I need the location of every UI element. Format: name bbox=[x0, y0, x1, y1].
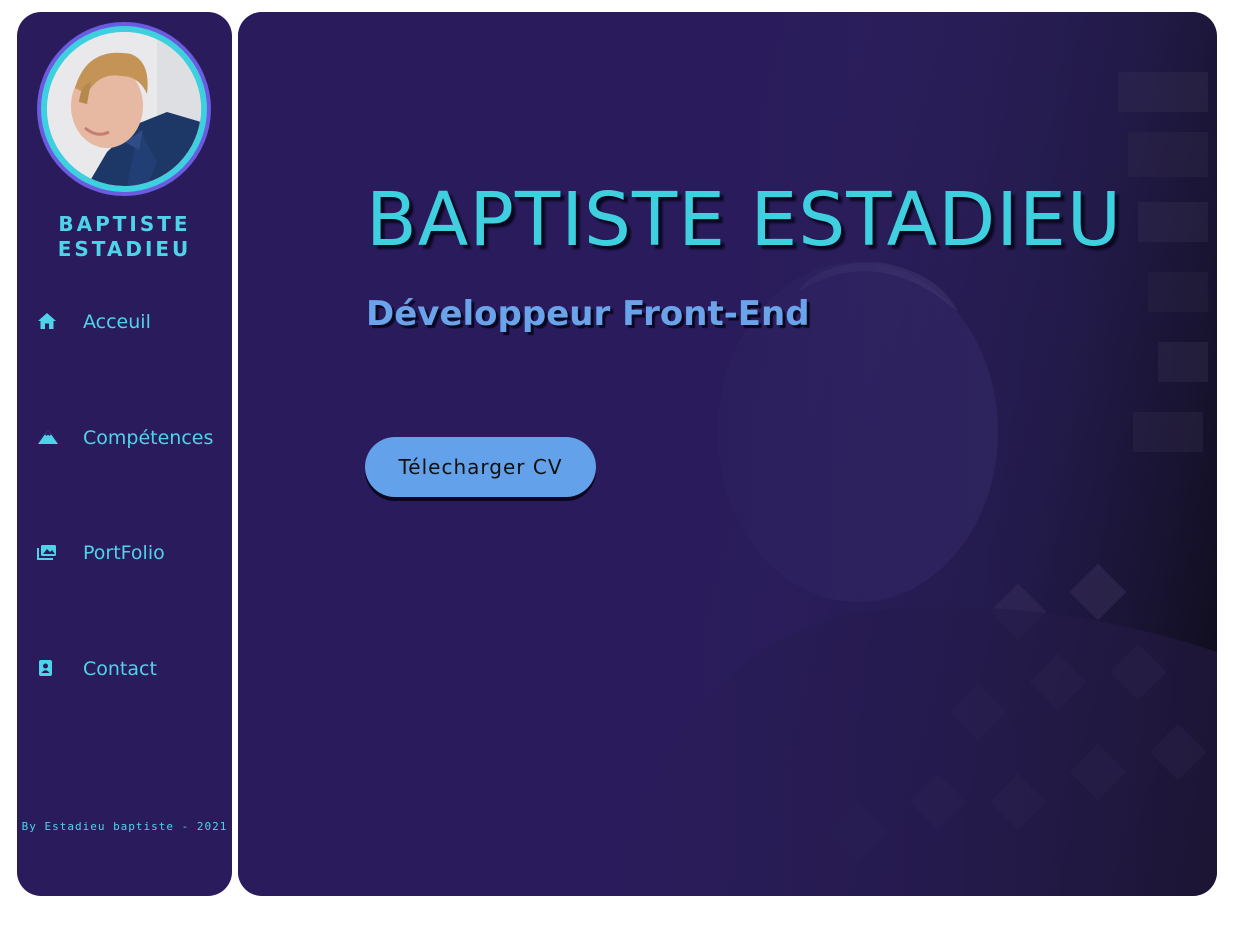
sidebar-name: BAPTISTE ESTADIEU bbox=[57, 212, 192, 261]
nav-label-competences: Compétences bbox=[83, 427, 214, 449]
nav-label-acceuil: Acceuil bbox=[83, 311, 151, 333]
home-icon bbox=[37, 312, 59, 334]
nav-item-acceuil[interactable]: Acceuil bbox=[37, 310, 232, 340]
download-cv-button[interactable]: Télecharger CV bbox=[365, 437, 596, 497]
avatar bbox=[37, 22, 211, 196]
profile-photo-illustration bbox=[47, 32, 201, 186]
hero-title: BAPTISTE ESTADIEU bbox=[366, 177, 1123, 263]
nav-item-contact[interactable]: Contact bbox=[37, 657, 232, 687]
nav-item-competences[interactable]: Compétences bbox=[37, 426, 232, 456]
nav-item-portfolio[interactable]: PortFolio bbox=[37, 541, 232, 571]
nav-label-portfolio: PortFolio bbox=[83, 542, 165, 564]
nav-label-contact: Contact bbox=[83, 658, 157, 680]
contact-card-icon bbox=[37, 659, 59, 681]
mountain-icon bbox=[37, 428, 59, 450]
images-icon bbox=[37, 543, 59, 565]
sidebar: BAPTISTE ESTADIEU Acceuil Compétences Po… bbox=[17, 12, 232, 896]
footer-credit: By Estadieu baptiste - 2021 bbox=[21, 820, 228, 833]
avatar-border bbox=[41, 26, 207, 192]
hero-subtitle: Développeur Front-End bbox=[366, 294, 810, 334]
hero-panel: BAPTISTE ESTADIEU Développeur Front-End … bbox=[238, 12, 1217, 896]
profile-photo bbox=[47, 32, 201, 186]
